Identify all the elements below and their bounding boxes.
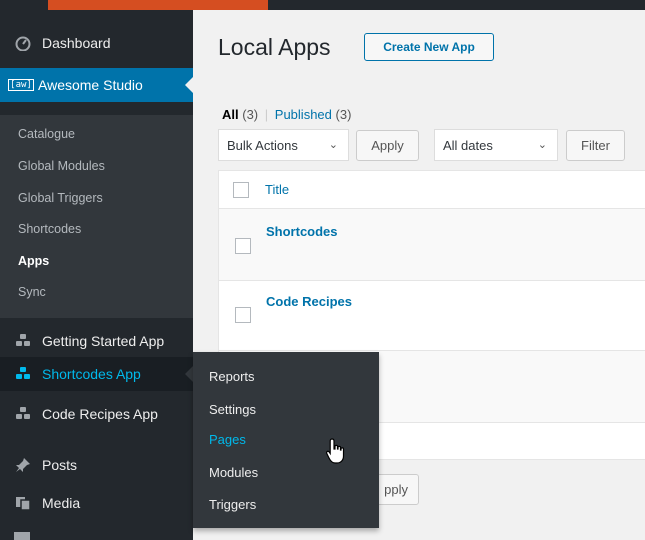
submenu-apps[interactable]: Apps: [18, 254, 49, 268]
studio-badge-icon: [aw]: [8, 79, 34, 91]
view-all-count: (3): [242, 107, 259, 122]
column-title[interactable]: Title: [265, 182, 289, 197]
menu-getting-started-label: Getting Started App: [42, 333, 165, 349]
flyout-modules[interactable]: Modules: [209, 465, 258, 480]
dashboard-icon: [14, 34, 32, 52]
view-filters: All (3) | Published (3): [222, 107, 351, 122]
table-header: Title: [219, 171, 645, 209]
apply-button[interactable]: Apply: [356, 130, 419, 161]
app-icon: [14, 365, 32, 383]
menu-shortcodes-app[interactable]: Shortcodes App: [0, 357, 193, 391]
menu-code-recipes-label: Code Recipes App: [42, 406, 158, 422]
dates-value: All dates: [443, 137, 493, 153]
view-published-count: (3): [335, 107, 352, 122]
flyout-pages[interactable]: Pages: [209, 432, 246, 447]
menu-getting-started-app[interactable]: Getting Started App: [0, 324, 193, 358]
create-new-app-button[interactable]: Create New App: [364, 33, 494, 61]
menu-code-recipes-app[interactable]: Code Recipes App: [0, 397, 193, 431]
shortcodes-app-flyout: Reports Settings Pages Modules Triggers: [193, 352, 379, 528]
submenu-sync[interactable]: Sync: [18, 285, 46, 299]
menu-dashboard-label: Dashboard: [42, 35, 111, 51]
view-published[interactable]: Published: [275, 107, 332, 122]
menu-dashboard[interactable]: Dashboard: [0, 26, 193, 60]
table-row: Shortcodes: [219, 209, 645, 281]
app-icon: [14, 332, 32, 350]
menu-media[interactable]: Media: [0, 486, 193, 520]
select-all-checkbox[interactable]: [233, 182, 249, 198]
chevron-down-icon: ⌄: [537, 139, 547, 151]
submenu-global-triggers[interactable]: Global Triggers: [18, 191, 103, 205]
row-checkbox[interactable]: [235, 307, 251, 323]
bulk-actions-value: Bulk Actions: [227, 137, 298, 153]
admin-bar-right: [268, 0, 645, 10]
admin-bar-accent: [48, 0, 268, 10]
submenu-catalogue[interactable]: Catalogue: [18, 127, 75, 141]
menu-awesome-studio-label: Awesome Studio: [38, 77, 143, 93]
active-menu-arrow: [185, 77, 193, 93]
row-title-link[interactable]: Code Recipes: [266, 294, 352, 309]
filter-button[interactable]: Filter: [566, 130, 625, 161]
pin-icon: [14, 456, 32, 474]
flyout-reports[interactable]: Reports: [209, 369, 255, 384]
menu-posts-label: Posts: [42, 457, 78, 473]
flyout-settings[interactable]: Settings: [209, 402, 256, 417]
menu-posts[interactable]: Posts: [0, 448, 193, 482]
awesome-studio-submenu: Catalogue Global Modules Global Triggers…: [0, 115, 193, 318]
menu-media-label: Media: [42, 495, 81, 511]
page-title: Local Apps: [218, 34, 331, 60]
dates-select[interactable]: All dates ⌄: [434, 129, 558, 161]
flyout-arrow: [185, 366, 193, 382]
row-title-link[interactable]: Shortcodes: [266, 224, 338, 239]
submenu-global-modules[interactable]: Global Modules: [18, 159, 105, 173]
menu-shortcodes-app-label: Shortcodes App: [42, 366, 141, 382]
app-icon: [14, 405, 32, 423]
view-separator: |: [264, 107, 269, 122]
view-all[interactable]: All: [222, 107, 239, 122]
menu-awesome-studio[interactable]: [aw] Awesome Studio: [0, 68, 193, 102]
table-row: Code Recipes: [219, 281, 645, 351]
submenu-shortcodes[interactable]: Shortcodes: [18, 222, 81, 236]
chevron-down-icon: ⌄: [328, 139, 338, 151]
admin-sidebar: Dashboard [aw] Awesome Studio Catalogue …: [0, 10, 193, 540]
flyout-triggers[interactable]: Triggers: [209, 497, 256, 512]
media-icon: [14, 494, 32, 512]
row-checkbox[interactable]: [235, 238, 251, 254]
hand-pointer-icon: [326, 438, 346, 469]
menu-next-icon: [14, 532, 30, 540]
bulk-actions-select[interactable]: Bulk Actions ⌄: [218, 129, 349, 161]
